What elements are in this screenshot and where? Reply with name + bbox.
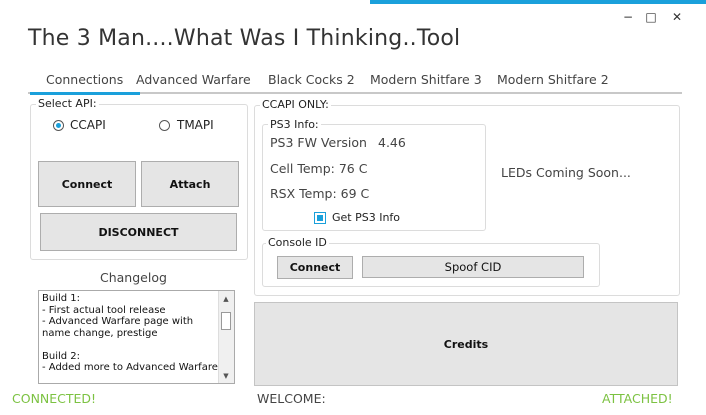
spoof-cid-button[interactable]: Spoof CID <box>362 256 584 278</box>
tab-advanced-warfare[interactable]: Advanced Warfare <box>136 72 251 87</box>
welcome-text: WELCOME: <box>257 391 326 406</box>
scroll-up-icon[interactable]: ▲ <box>222 295 230 303</box>
close-button[interactable]: ✕ <box>669 10 685 24</box>
changelog-textbox[interactable]: Build 1: - First actual tool release - A… <box>38 290 235 384</box>
tmapi-radio[interactable] <box>159 120 170 131</box>
tab-modern-shitfare-3[interactable]: Modern Shitfare 3 <box>370 72 482 87</box>
connect-button[interactable]: Connect <box>38 161 136 207</box>
console-id-connect-button[interactable]: Connect <box>277 256 353 279</box>
tab-modern-shitfare-2[interactable]: Modern Shitfare 2 <box>497 72 609 87</box>
maximize-button[interactable]: □ <box>643 10 659 24</box>
ccapi-radio[interactable] <box>53 120 64 131</box>
scroll-thumb[interactable] <box>221 312 231 330</box>
fw-version-value: 4.46 <box>378 135 406 150</box>
select-api-label: Select API: <box>36 97 99 110</box>
connection-status: CONNECTED! <box>12 391 97 406</box>
ccapi-only-label: CCAPI ONLY: <box>260 98 331 111</box>
tab-connections[interactable]: Connections <box>46 72 123 87</box>
attach-status: ATTACHED! <box>602 391 673 406</box>
changelog-scrollbar[interactable]: ▲ ▼ <box>218 291 234 383</box>
credits-button[interactable]: Credits <box>254 302 678 386</box>
disconnect-button[interactable]: DISCONNECT <box>40 213 237 251</box>
get-ps3-info-checkbox[interactable] <box>314 212 326 224</box>
tmapi-radio-label[interactable]: TMAPI <box>177 118 214 132</box>
rsx-temp-text: RSX Temp: 69 C <box>270 186 370 201</box>
fw-version-label: PS3 FW Version <box>270 135 367 150</box>
minimize-button[interactable]: − <box>620 10 636 24</box>
attach-button[interactable]: Attach <box>141 161 239 207</box>
ps3-info-label: PS3 Info: <box>268 118 321 131</box>
get-ps3-info-label[interactable]: Get PS3 Info <box>332 211 400 224</box>
scroll-down-icon[interactable]: ▼ <box>222 372 230 380</box>
tab-black-cocks-2[interactable]: Black Cocks 2 <box>268 72 355 87</box>
cell-temp-text: Cell Temp: 76 C <box>270 161 368 176</box>
ccapi-radio-label[interactable]: CCAPI <box>70 118 106 132</box>
tab-bar: Connections Advanced Warfare Black Cocks… <box>28 70 682 95</box>
changelog-label: Changelog <box>100 270 167 285</box>
window-top-band <box>0 0 370 5</box>
leds-coming-soon-text: LEDs Coming Soon... <box>501 165 631 180</box>
changelog-text: Build 1: - First actual tool release - A… <box>42 293 218 373</box>
tab-active-indicator <box>30 92 140 95</box>
console-id-label: Console ID <box>266 236 329 249</box>
window-title: The 3 Man....What Was I Thinking..Tool <box>28 26 461 51</box>
